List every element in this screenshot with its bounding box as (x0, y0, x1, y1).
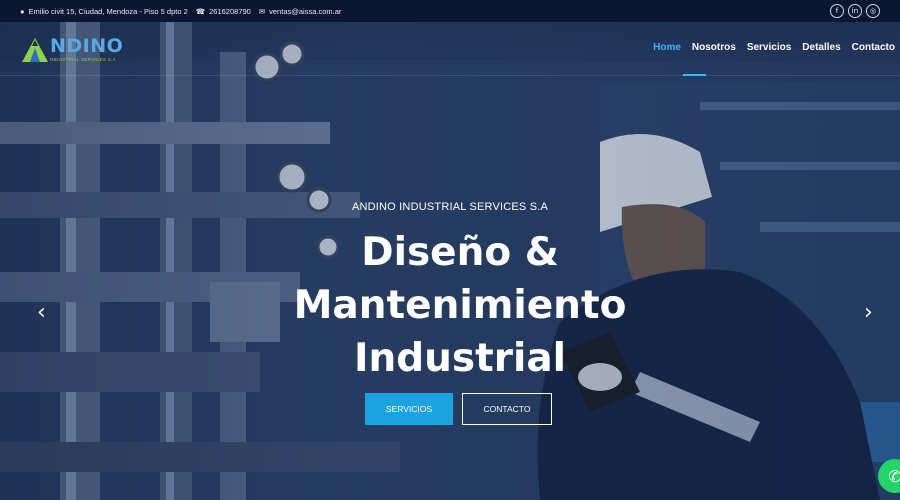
nav-detalles[interactable]: Detalles (802, 42, 840, 53)
phone-text[interactable]: 2616208790 (209, 7, 251, 16)
envelope-icon: ✉ (258, 6, 266, 16)
headline-line-3: Industrial (353, 336, 567, 381)
nav-contacto[interactable]: Contacto (852, 42, 895, 53)
logo-text: NDINO INDUSTRIAL SERVICES S.A (50, 36, 123, 62)
logo-mountain-icon (22, 38, 48, 62)
nav-nosotros[interactable]: Nosotros (692, 42, 736, 53)
logo-name: NDINO (50, 35, 124, 57)
headline-line-2: Mantenimiento (293, 283, 627, 328)
main-navbar: NDINO INDUSTRIAL SERVICES S.A Home Nosot… (0, 22, 900, 76)
facebook-icon[interactable]: f (830, 4, 844, 18)
phone-item[interactable]: ☎ 2616208790 (196, 7, 251, 16)
hero-buttons: SERVICIOS CONTACTO (365, 393, 552, 425)
active-nav-underline (683, 74, 706, 76)
nav-home[interactable]: Home (653, 42, 681, 53)
carousel-prev-icon[interactable]: ‹ (37, 300, 46, 325)
contact-info: ● Emilio civit 15, Ciudad, Mendoza - Pis… (20, 7, 341, 16)
phone-icon: ☎ (195, 6, 206, 16)
linkedin-icon[interactable]: in (848, 4, 862, 18)
logo-subtitle: INDUSTRIAL SERVICES S.A (50, 57, 116, 62)
hero-headline: Diseño & Mantenimiento Industrial (0, 226, 900, 385)
brand-logo[interactable]: NDINO INDUSTRIAL SERVICES S.A (22, 36, 123, 62)
hero-eyebrow: ANDINO INDUSTRIAL SERVICES S.A (351, 201, 549, 213)
email-item[interactable]: ✉ ventas@aissa.com.ar (259, 7, 342, 16)
contacto-button[interactable]: CONTACTO (462, 393, 552, 425)
headline-line-1: Diseño & (361, 230, 559, 275)
map-pin-icon: ● (20, 6, 25, 16)
email-text[interactable]: ventas@aissa.com.ar (269, 7, 341, 16)
address-text: Emilio civit 15, Ciudad, Mendoza - Piso … (28, 6, 188, 16)
servicios-button[interactable]: SERVICIOS (365, 393, 453, 425)
main-menu: Home Nosotros Servicios Detalles Contact… (653, 42, 895, 53)
carousel-next-icon[interactable]: › (864, 300, 873, 325)
address-item: ● Emilio civit 15, Ciudad, Mendoza - Pis… (20, 7, 188, 16)
nav-servicios[interactable]: Servicios (747, 42, 791, 53)
instagram-icon[interactable]: ◎ (866, 4, 880, 18)
top-bar: ● Emilio civit 15, Ciudad, Mendoza - Pis… (0, 0, 900, 22)
social-links: f in ◎ (830, 4, 880, 18)
